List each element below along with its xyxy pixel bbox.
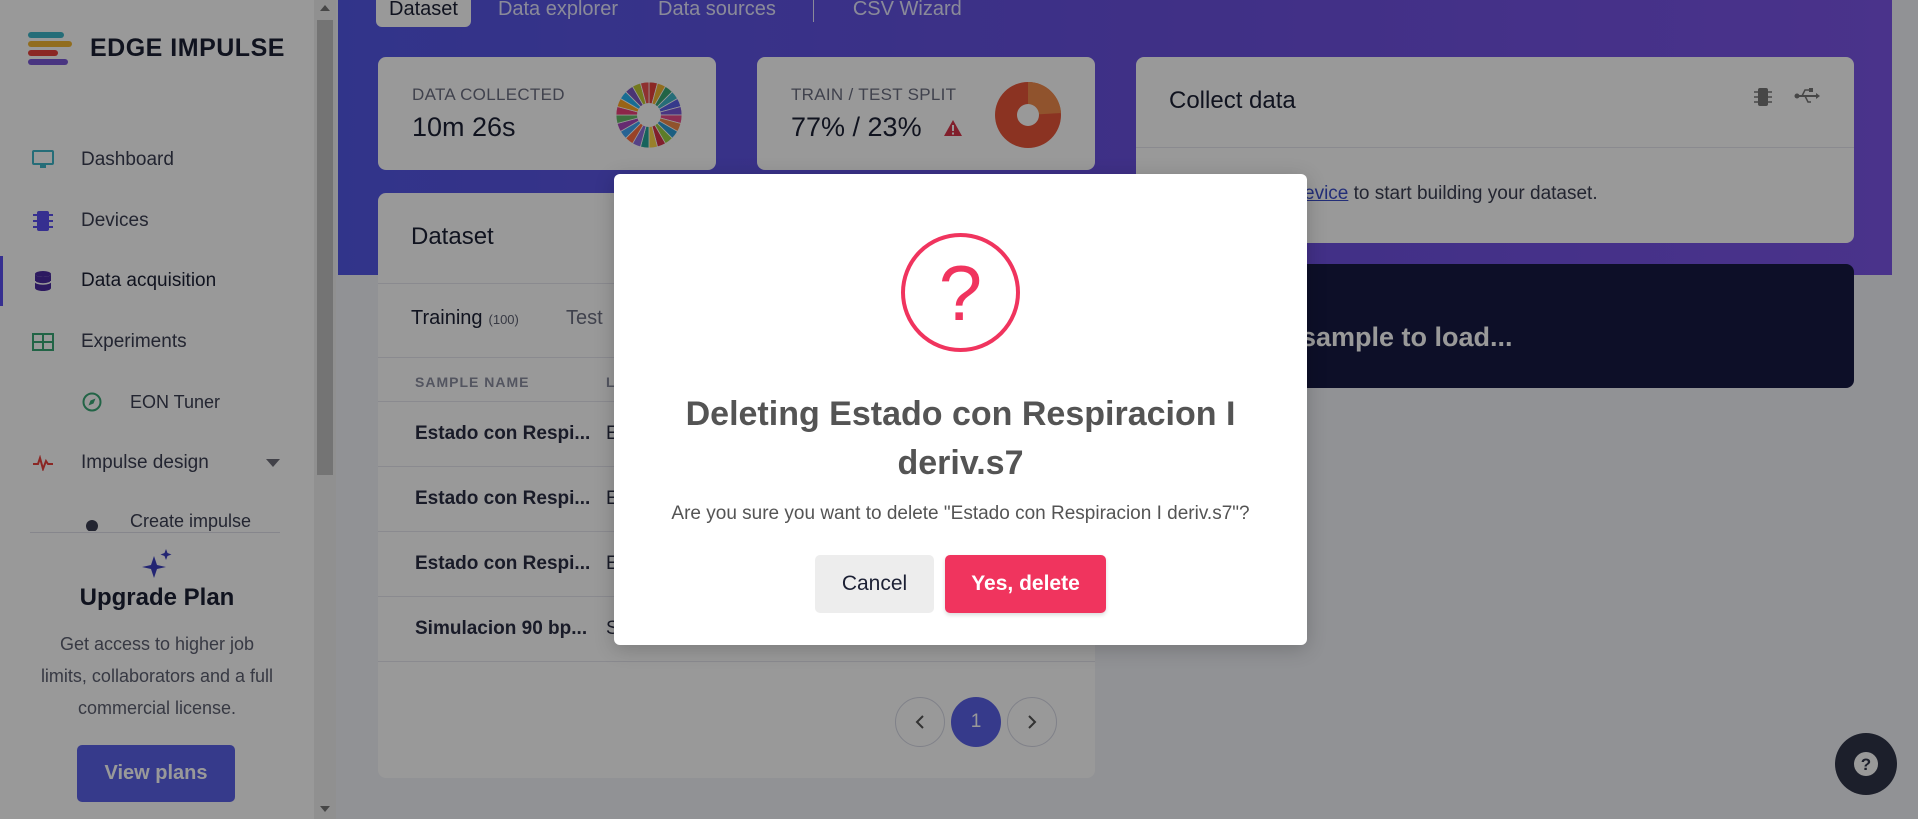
confirm-delete-button[interactable]: Yes, delete	[945, 555, 1106, 613]
cancel-button[interactable]: Cancel	[815, 555, 934, 613]
dialog-message: Are you sure you want to delete "Estado …	[671, 503, 1250, 524]
delete-confirmation-dialog: ? Deleting Estado con Respiracion I deri…	[614, 174, 1307, 645]
question-icon: ?	[901, 233, 1020, 352]
dialog-title: Deleting Estado con Respiracion I deriv.…	[685, 395, 1236, 482]
